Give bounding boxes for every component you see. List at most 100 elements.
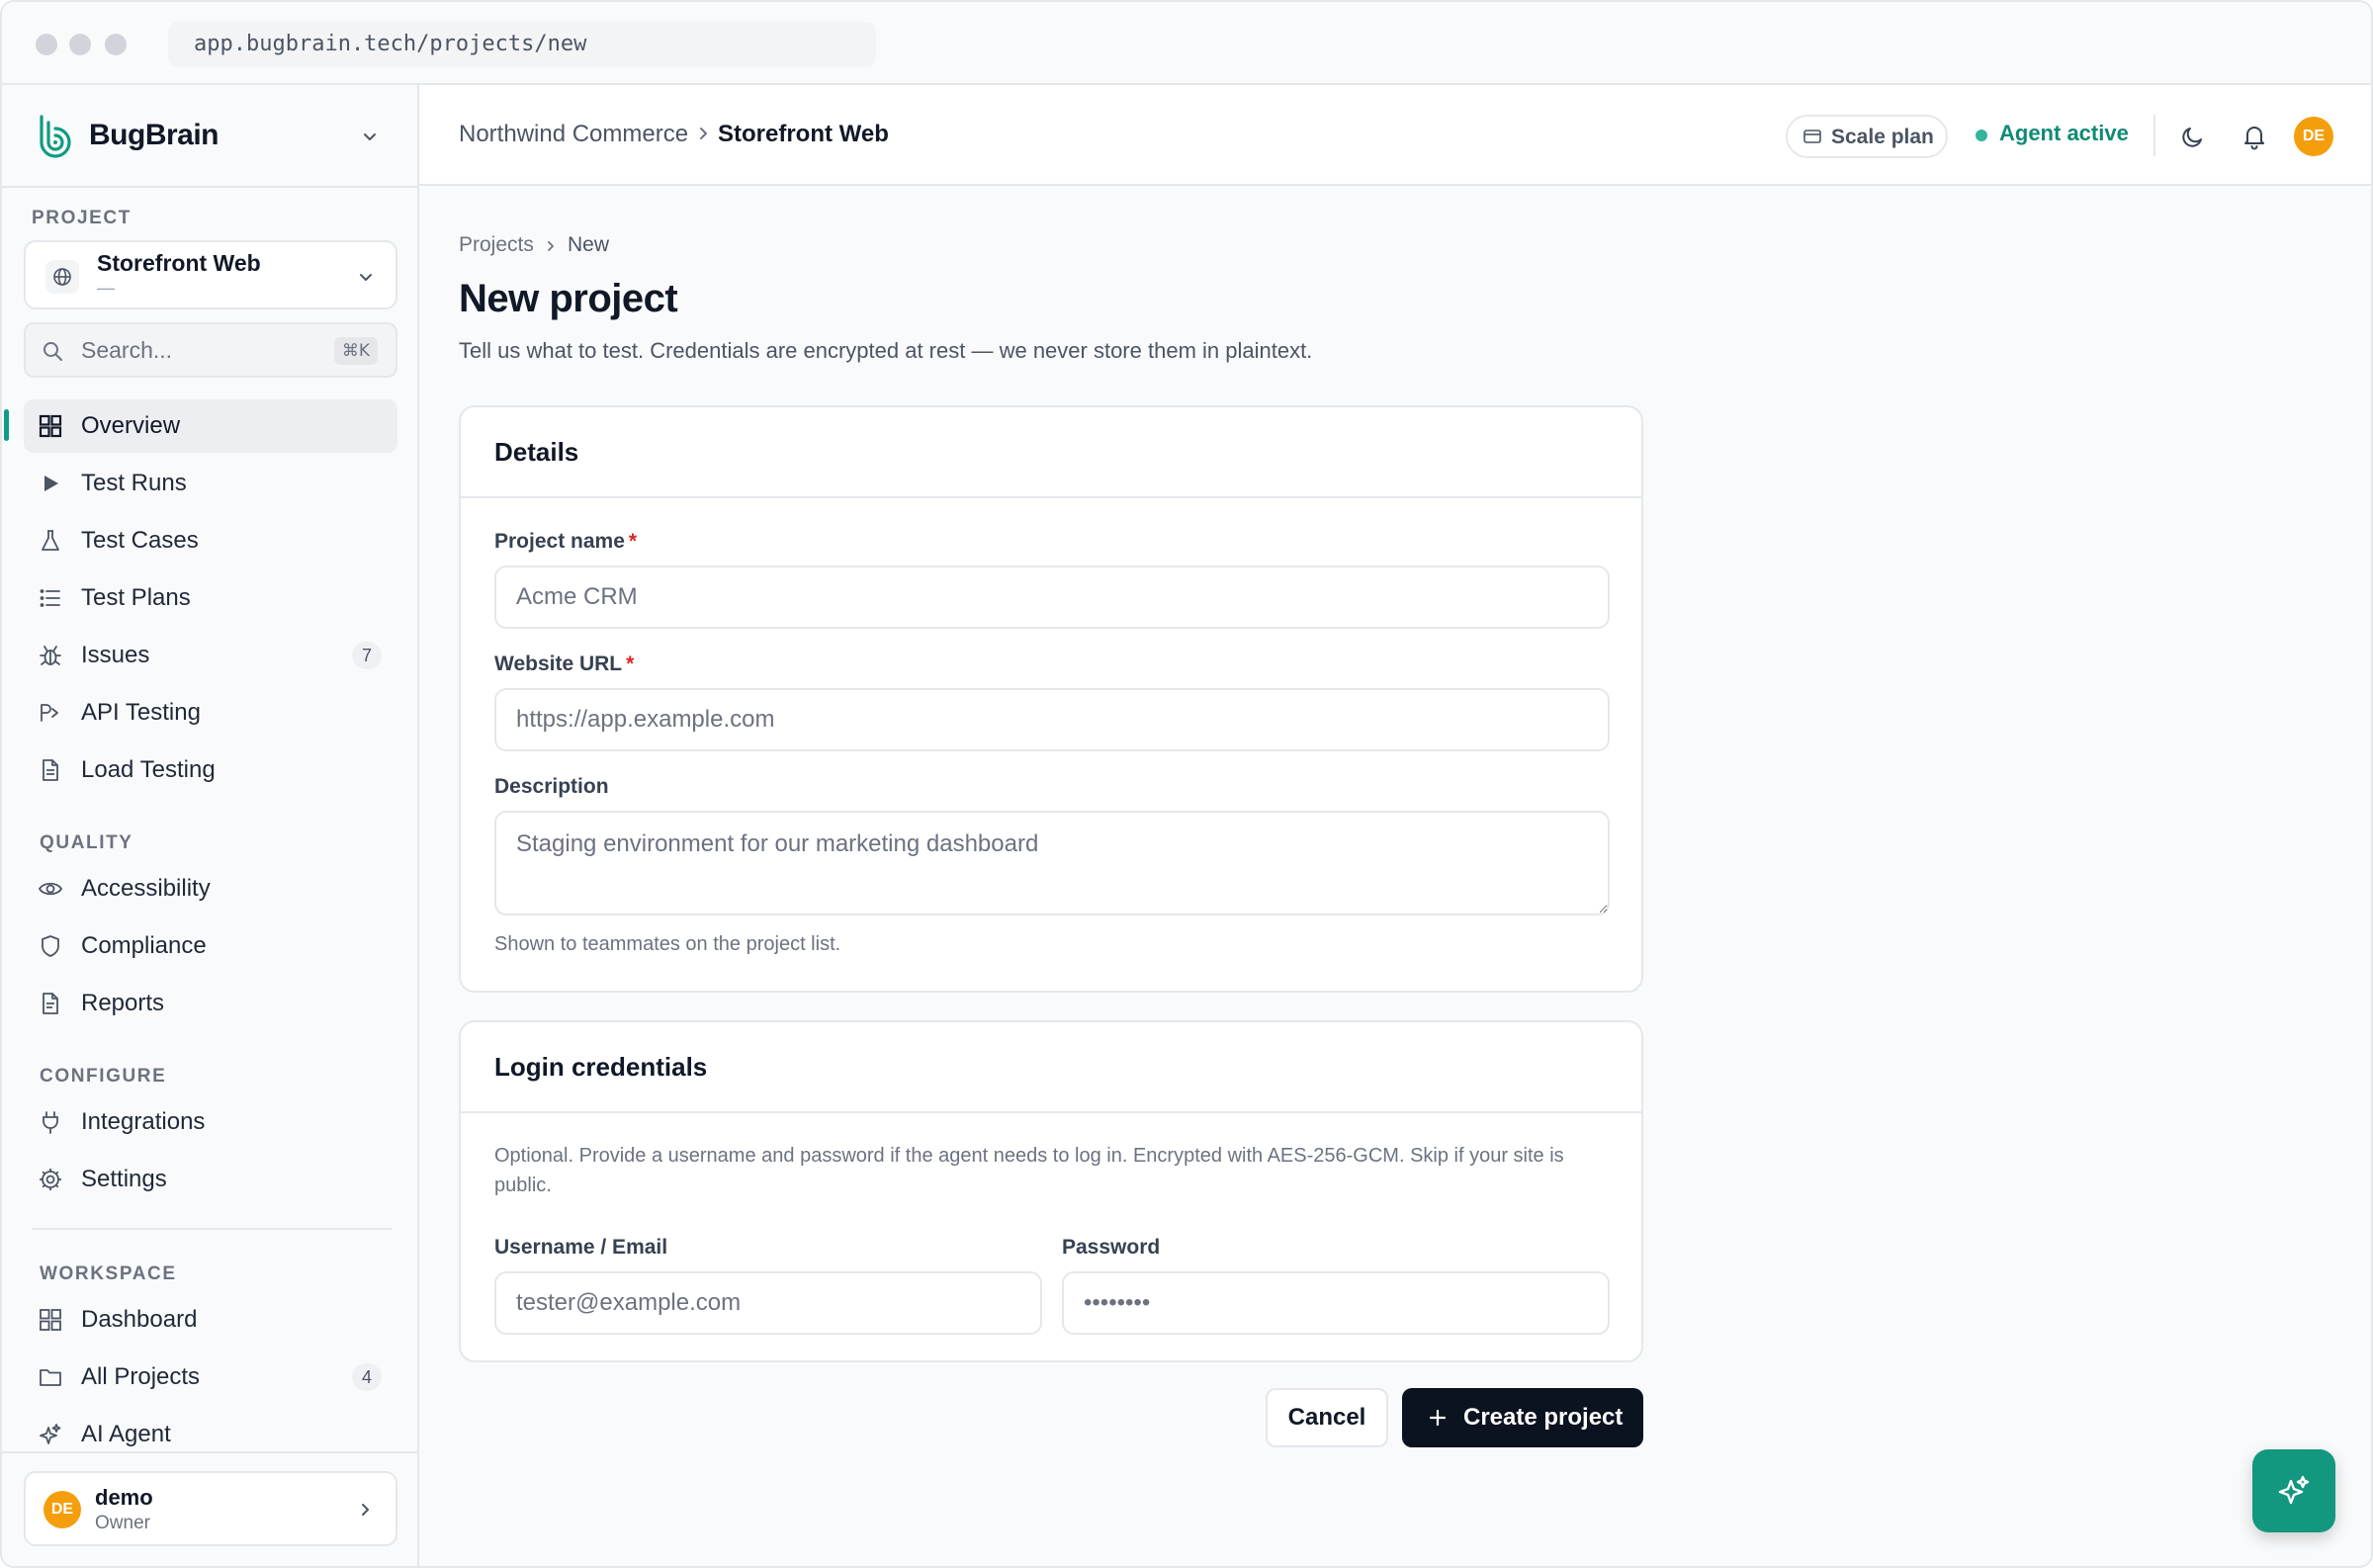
sidebar-item-label: Test Plans [81, 584, 191, 611]
sidebar-item-label: Issues [81, 642, 150, 668]
eye-icon [38, 882, 63, 896]
page-subtitle: Tell us what to test. Credentials are en… [459, 338, 1313, 363]
password-label: Password [1062, 1236, 1161, 1259]
cancel-button[interactable]: Cancel [1266, 1388, 1388, 1447]
gear-icon [40, 1169, 61, 1190]
project-name-label: Project name * [494, 530, 638, 553]
sidebar-item-compliance[interactable]: Compliance [24, 919, 397, 973]
browser-window: app.bugbrain.tech/projects/new BugBrain … [0, 0, 2373, 1568]
description-textarea[interactable] [494, 811, 1610, 915]
sidebar-search[interactable]: Search... ⌘K [24, 322, 397, 378]
report-icon [43, 993, 58, 1014]
projects-count-badge: 4 [352, 1363, 382, 1391]
sidebar-item-accessibility[interactable]: Accessibility [24, 862, 397, 915]
website-url-input[interactable] [494, 688, 1610, 751]
avatar: DE [44, 1491, 81, 1528]
password-input[interactable] [1062, 1271, 1610, 1335]
sidebar-item-label: Overview [81, 412, 181, 439]
description-helper: Shown to teammates on the project list. [494, 933, 841, 955]
bugbrain-logo-icon [40, 115, 71, 158]
avatar[interactable]: DE [2294, 117, 2333, 156]
issues-count-badge: 7 [352, 642, 382, 669]
sparkle-icon [40, 1424, 61, 1444]
sidebar-item-test-cases[interactable]: Test Cases [24, 514, 397, 567]
list-icon [40, 589, 60, 607]
sidebar-item-settings[interactable]: Settings [24, 1153, 397, 1206]
project-name-input[interactable] [494, 566, 1610, 629]
credentials-helper: Optional. Provide a username and passwor… [494, 1145, 1564, 1196]
details-card: Details Project name* Website URL* Descr… [459, 405, 1643, 993]
card-title: Login credentials [494, 1052, 708, 1082]
play-icon [44, 476, 58, 491]
sidebar-item-test-runs[interactable]: Test Runs [24, 457, 397, 510]
card-title: Details [494, 437, 579, 467]
website-url-label: Website URL * [494, 653, 635, 675]
bug-icon [40, 646, 61, 665]
username-label: Username / Email [494, 1236, 668, 1259]
user-name: demo [95, 1485, 153, 1510]
brand-header[interactable]: BugBrain [2, 85, 417, 188]
shield-icon [42, 935, 59, 957]
search-icon [44, 342, 62, 361]
sidebar-item-dashboard[interactable]: Dashboard [24, 1293, 397, 1347]
window-maximize-dot[interactable] [105, 34, 127, 55]
bell-icon[interactable] [2241, 123, 2268, 150]
sidebar-item-label: AI Agent [81, 1421, 171, 1447]
sidebar-item-label: Reports [81, 990, 165, 1016]
credit-card-icon [1803, 130, 1821, 143]
sidebar-item-label: All Projects [81, 1363, 201, 1390]
flask-icon [42, 530, 59, 551]
chevron-right-icon [700, 128, 707, 139]
create-project-label: Create project [1463, 1404, 1624, 1431]
sidebar-item-reports[interactable]: Reports [24, 977, 397, 1030]
chevron-right-icon [548, 241, 554, 251]
moon-icon[interactable] [2179, 123, 2207, 150]
section-label-configure: CONFIGURE [40, 1066, 167, 1087]
chevron-down-icon [360, 274, 372, 281]
sidebar-item-overview[interactable]: Overview [24, 399, 397, 453]
address-bar[interactable]: app.bugbrain.tech/projects/new [168, 22, 876, 67]
file-icon [43, 759, 58, 781]
active-indicator [4, 409, 9, 441]
main-content: Northwind Commerce Storefront Web Scale … [419, 85, 2371, 1566]
create-project-button[interactable]: Create project [1402, 1388, 1643, 1447]
agent-status[interactable]: Agent active [1999, 121, 2129, 146]
username-input[interactable] [494, 1271, 1042, 1335]
sidebar-item-label: Test Cases [81, 527, 199, 554]
chevron-down-icon[interactable] [360, 127, 380, 146]
required-marker: * [626, 653, 635, 675]
sidebar-item-label: API Testing [81, 699, 201, 726]
agent-status-dot [1976, 130, 1987, 141]
top-bar: Northwind Commerce Storefront Web Scale … [419, 85, 2371, 186]
project-selector-name: Storefront Web [97, 250, 261, 276]
card-header: Details [461, 407, 1641, 498]
sidebar-item-label: Settings [81, 1166, 167, 1192]
plan-badge[interactable]: Scale plan [1786, 115, 1948, 158]
sidebar-item-integrations[interactable]: Integrations [24, 1095, 397, 1149]
window-close-dot[interactable] [36, 34, 57, 55]
sidebar-item-all-projects[interactable]: All Projects 4 [24, 1350, 397, 1404]
page-title: New project [459, 277, 678, 320]
plan-label: Scale plan [1831, 126, 1934, 148]
user-menu[interactable]: DE demo Owner [24, 1471, 397, 1546]
sidebar-item-load-testing[interactable]: Load Testing [24, 743, 397, 797]
sidebar-item-test-plans[interactable]: Test Plans [24, 571, 397, 625]
folder-icon [40, 1369, 61, 1386]
search-placeholder: Search... [81, 337, 173, 363]
project-selector[interactable]: Storefront Web — [24, 240, 397, 309]
sidebar-footer-divider [2, 1451, 417, 1453]
ai-assistant-button[interactable] [2252, 1449, 2335, 1532]
breadcrumb-projects[interactable]: Projects [459, 233, 534, 257]
sidebar-item-label: Accessibility [81, 875, 211, 902]
sidebar-item-label: Integrations [81, 1108, 206, 1135]
breadcrumb-new: New [568, 233, 610, 256]
sidebar-item-label: Compliance [81, 932, 207, 959]
sidebar-item-issues[interactable]: Issues 7 [24, 629, 397, 682]
breadcrumb-org[interactable]: Northwind Commerce [459, 121, 688, 148]
sparkle-icon [2278, 1475, 2310, 1505]
sidebar-item-api-testing[interactable]: API Testing [24, 686, 397, 740]
window-minimize-dot[interactable] [69, 34, 91, 55]
breadcrumb-project[interactable]: Storefront Web [718, 121, 889, 148]
grid-icon [39, 414, 62, 438]
browser-chrome: app.bugbrain.tech/projects/new [2, 2, 2371, 85]
